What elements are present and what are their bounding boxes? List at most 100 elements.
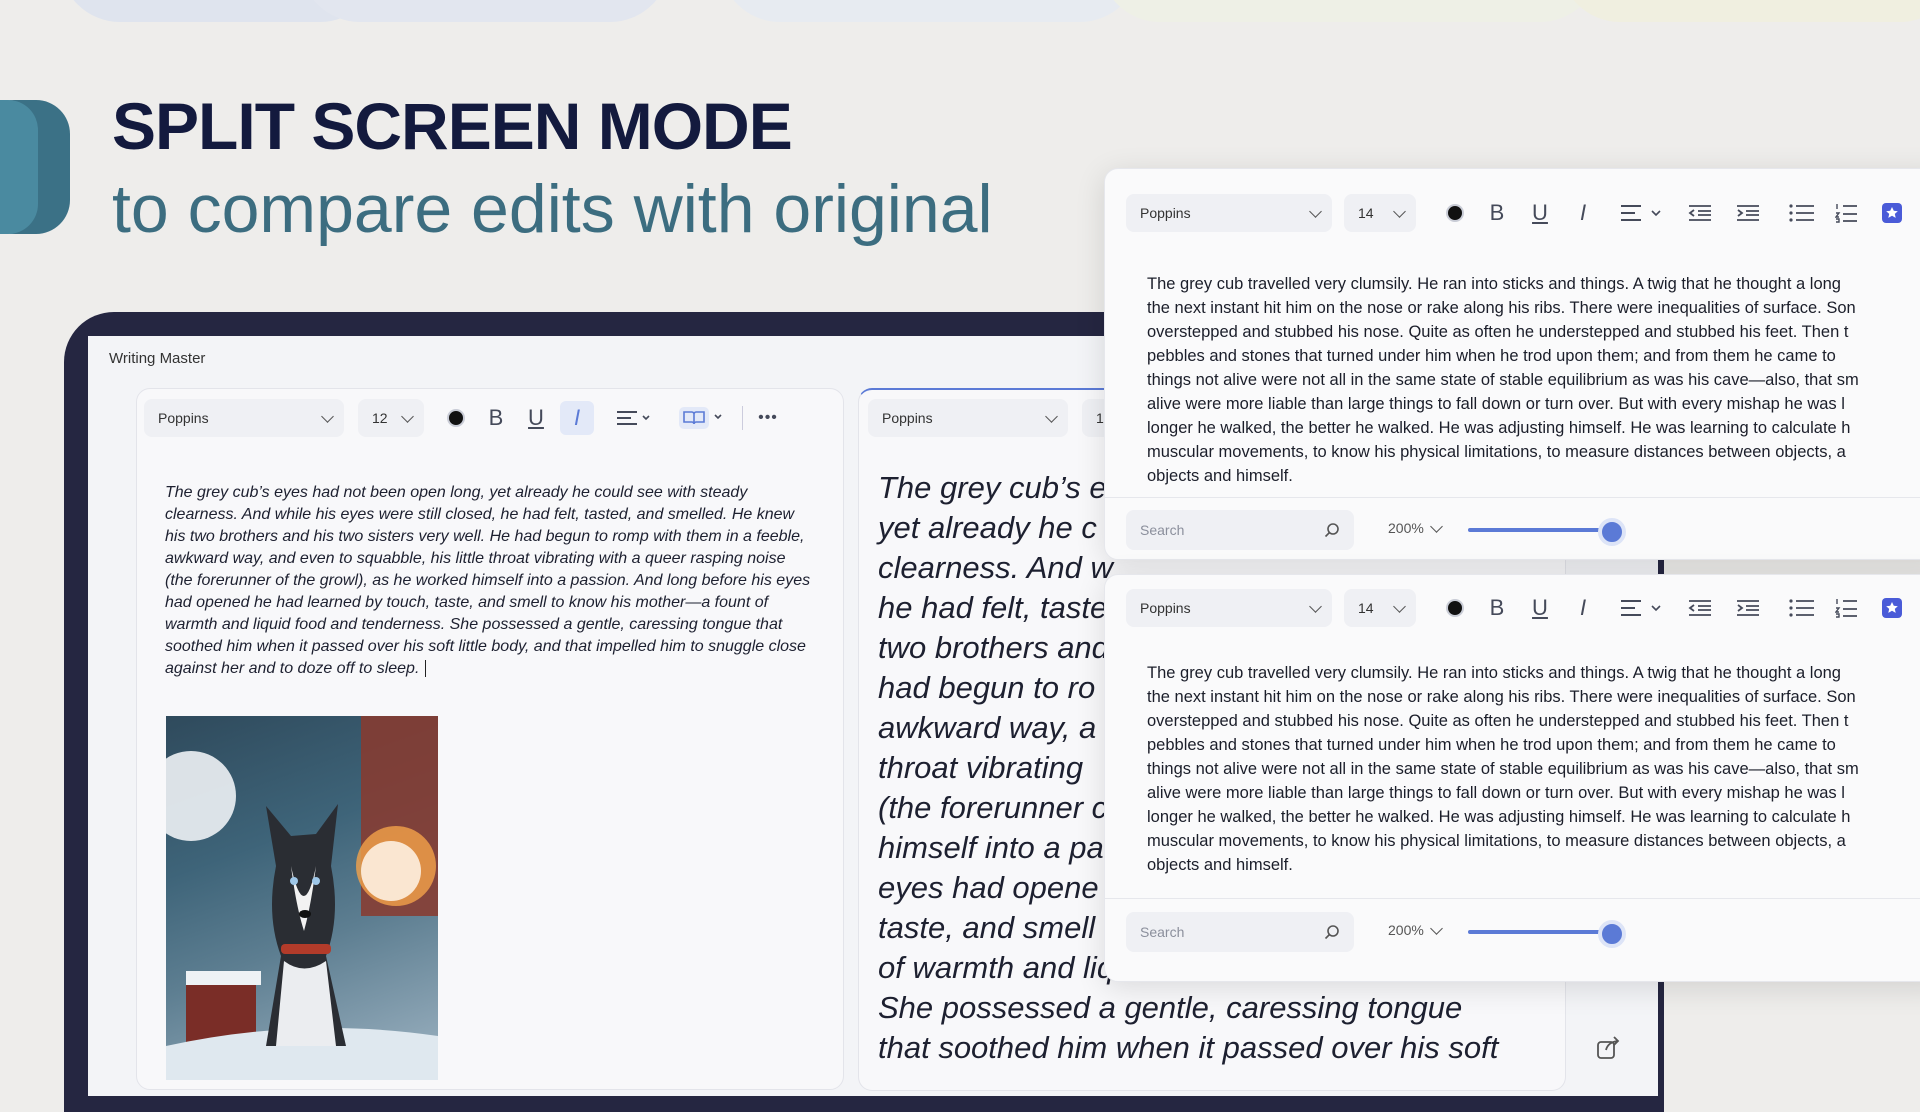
bullet-list-button[interactable] xyxy=(1778,599,1826,617)
align-left-icon xyxy=(1621,600,1661,616)
font-size-select[interactable]: 14 xyxy=(1344,194,1416,232)
indent-icon xyxy=(1737,600,1759,616)
zoom-select[interactable]: 200% xyxy=(1388,519,1443,536)
align-left-icon xyxy=(617,411,650,425)
app-title: Writing Master xyxy=(109,350,206,367)
decor-blob-4 xyxy=(1100,0,1600,22)
align-left-icon xyxy=(1621,205,1661,221)
husky-illustration xyxy=(166,716,438,1080)
chevron-down-icon xyxy=(321,409,334,423)
text-line: pebbles and stones that turned under him… xyxy=(1147,736,1836,754)
bullet-list-icon xyxy=(1789,599,1814,617)
left-toolbar: Poppins 12 B U I ••• xyxy=(144,398,834,438)
underline-button[interactable]: U xyxy=(516,405,556,431)
text-line: longer he walked, the better he walked. … xyxy=(1147,808,1851,826)
chevron-down-icon xyxy=(1309,204,1322,218)
compare-font-family-select[interactable]: Poppins xyxy=(868,399,1068,437)
text-line: The grey cub travelled very clumsily. He… xyxy=(1147,664,1841,682)
bold-button[interactable]: B xyxy=(476,405,516,431)
text-line: pebbles and stones that turned under him… xyxy=(1147,347,1836,365)
zoom-slider-handle[interactable] xyxy=(1598,920,1626,948)
split-top-text[interactable]: The grey cub travelled very clumsily. He… xyxy=(1147,272,1920,488)
search-input[interactable]: Search xyxy=(1126,912,1354,952)
italic-button[interactable]: I xyxy=(1562,200,1604,226)
husky-image[interactable] xyxy=(166,716,438,1080)
outdent-icon xyxy=(1688,205,1711,221)
chevron-down-icon xyxy=(1393,599,1406,613)
hero-subtitle: to compare edits with original xyxy=(112,171,993,247)
search-input[interactable]: Search xyxy=(1126,510,1354,550)
reading-mode-button[interactable] xyxy=(672,407,732,429)
outdent-icon xyxy=(1688,600,1711,616)
left-editor-content: The grey cub’s eyes had not been open lo… xyxy=(165,484,811,677)
indent-button[interactable] xyxy=(1724,204,1772,222)
share-button[interactable] xyxy=(1596,1036,1626,1062)
font-family-select[interactable]: Poppins xyxy=(1126,589,1332,627)
search-icon xyxy=(1324,523,1339,538)
share-icon xyxy=(1597,1036,1620,1059)
italic-button[interactable]: I xyxy=(1562,595,1604,621)
numbered-list-button[interactable] xyxy=(1826,598,1866,618)
indent-button[interactable] xyxy=(1724,599,1772,617)
bullet-list-button[interactable] xyxy=(1778,204,1826,222)
font-size-value: 12 xyxy=(372,410,388,426)
text-line: overstepped and stubbed his nose. Quite … xyxy=(1147,712,1849,730)
outdent-button[interactable] xyxy=(1676,599,1724,617)
chevron-down-icon xyxy=(1393,204,1406,218)
zoom-slider-track[interactable] xyxy=(1468,528,1612,532)
left-editor-text[interactable]: The grey cub’s eyes had not been open lo… xyxy=(165,482,815,680)
chevron-down-icon xyxy=(1045,409,1058,423)
divider xyxy=(1104,497,1920,498)
text-line: things not alive were not all in the sam… xyxy=(1147,760,1859,778)
text-line: overstepped and stubbed his nose. Quite … xyxy=(1147,323,1849,341)
text-line: muscular movements, to know his physical… xyxy=(1147,443,1846,461)
hero-title: SPLIT SCREEN MODE xyxy=(112,89,793,163)
chevron-down-icon xyxy=(1309,599,1322,613)
font-family-select[interactable]: Poppins xyxy=(144,399,344,437)
chevron-down-icon xyxy=(1429,519,1443,533)
favorite-button[interactable] xyxy=(1872,598,1912,618)
align-button[interactable] xyxy=(608,410,658,426)
font-family-select[interactable]: Poppins xyxy=(1126,194,1332,232)
text-cursor xyxy=(425,660,431,677)
bold-button[interactable]: B xyxy=(1476,595,1518,621)
more-options-button[interactable]: ••• xyxy=(743,409,793,427)
italic-button[interactable]: I xyxy=(560,401,594,435)
align-button[interactable] xyxy=(1614,204,1670,222)
decor-blob-5 xyxy=(1560,0,1920,22)
numbered-list-button[interactable] xyxy=(1826,203,1866,223)
split-bottom-text[interactable]: The grey cub travelled very clumsily. He… xyxy=(1147,661,1920,877)
font-family-value: Poppins xyxy=(1140,600,1191,616)
indent-icon xyxy=(1737,205,1759,221)
font-family-value: Poppins xyxy=(882,410,933,426)
text-line: the next instant hit him on the nose or … xyxy=(1147,299,1856,317)
text-color-button[interactable] xyxy=(1434,599,1476,617)
book-icon xyxy=(679,407,722,429)
font-size-value: 14 xyxy=(1358,600,1374,616)
zoom-select[interactable]: 200% xyxy=(1388,921,1443,938)
align-button[interactable] xyxy=(1614,599,1670,617)
outdent-button[interactable] xyxy=(1676,204,1724,222)
chevron-down-icon xyxy=(401,409,414,423)
favorite-button[interactable] xyxy=(1872,203,1912,223)
numbered-list-icon xyxy=(1835,599,1857,618)
text-line: objects and himself. xyxy=(1147,467,1293,485)
bullet-list-icon xyxy=(1789,204,1814,222)
font-size-select[interactable]: 14 xyxy=(1344,589,1416,627)
text-line: She possessed a gentle, caressing tongue xyxy=(878,990,1463,1025)
zoom-slider-track[interactable] xyxy=(1468,930,1612,934)
underline-button[interactable]: U xyxy=(1518,200,1562,226)
underline-button[interactable]: U xyxy=(1518,595,1562,621)
bold-button[interactable]: B xyxy=(1476,200,1518,226)
text-line: things not alive were not all in the sam… xyxy=(1147,371,1859,389)
zoom-slider-handle[interactable] xyxy=(1598,518,1626,546)
star-badge-icon xyxy=(1882,203,1902,223)
text-line: the next instant hit him on the nose or … xyxy=(1147,688,1856,706)
text-color-button[interactable] xyxy=(1434,204,1476,222)
zoom-value: 200% xyxy=(1388,922,1424,938)
text-line: The grey cub travelled very clumsily. He… xyxy=(1147,275,1841,293)
search-placeholder: Search xyxy=(1140,924,1185,940)
text-line: alive were more liable than large things… xyxy=(1147,395,1845,413)
text-color-button[interactable] xyxy=(436,409,476,427)
font-size-select[interactable]: 12 xyxy=(358,399,424,437)
